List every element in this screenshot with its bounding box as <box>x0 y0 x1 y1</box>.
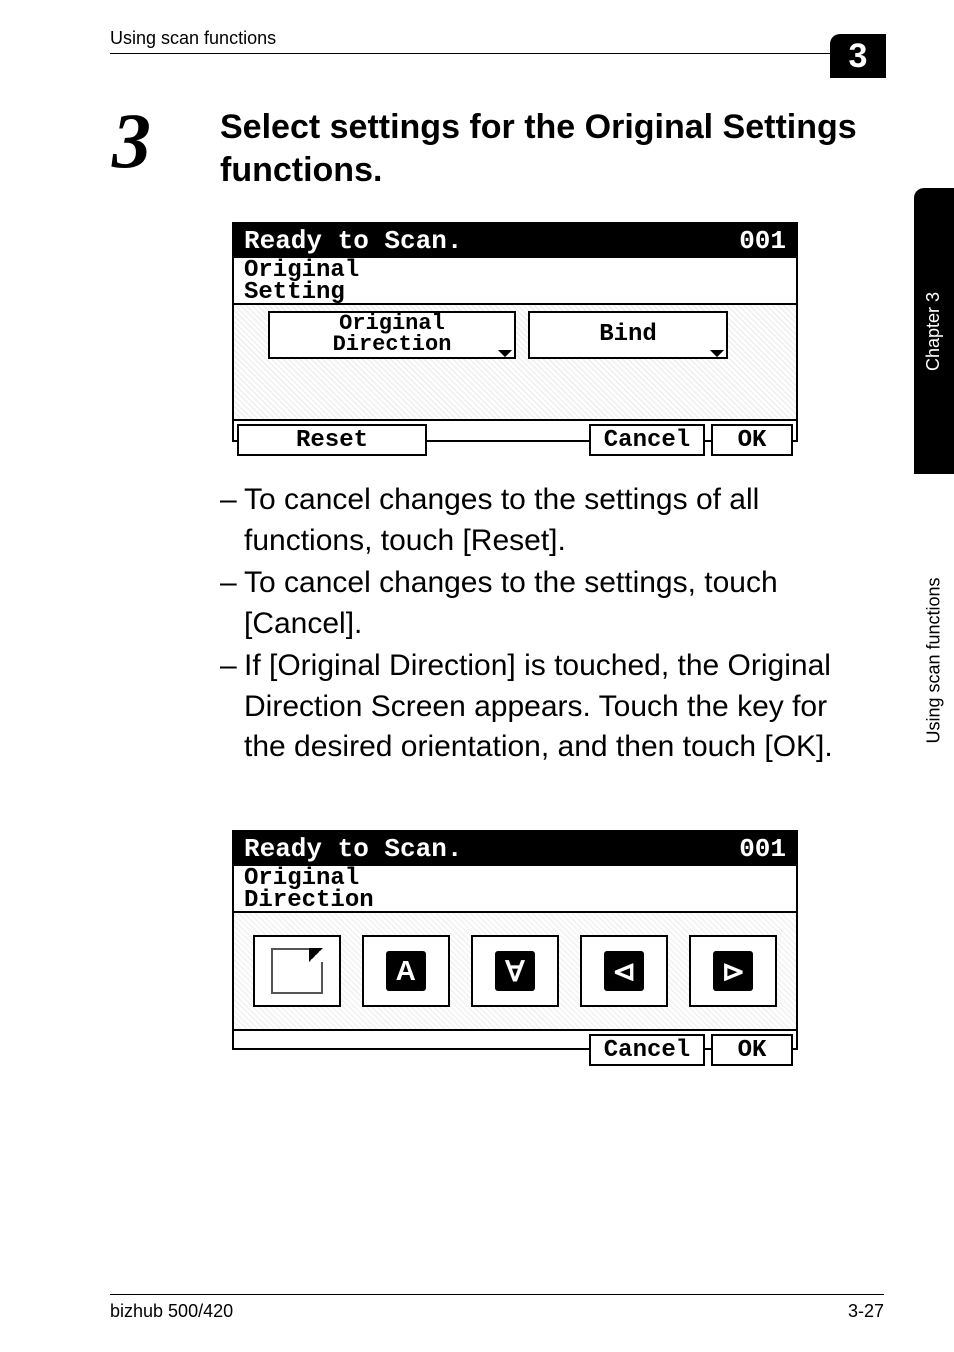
step-title: Select settings for the Original Setting… <box>220 106 874 191</box>
dash-icon: – <box>220 480 244 561</box>
page-footer: bizhub 500/420 3-27 <box>110 1294 884 1322</box>
dash-icon: – <box>220 646 244 768</box>
cancel-button[interactable]: Cancel <box>589 1034 705 1066</box>
lcd-titlebar: Ready to Scan. 001 <box>234 832 796 866</box>
side-tab-chapter-label: Chapter 3 <box>924 291 945 370</box>
step-number: 3 <box>112 96 151 186</box>
list-item-text: If [Original Direction] is touched, the … <box>244 646 874 768</box>
letter-up-icon: A <box>386 951 426 991</box>
letter-right-icon: ⊳ <box>713 951 753 991</box>
dropdown-indicator-icon <box>710 343 724 357</box>
bind-button-label: Bind <box>599 324 657 347</box>
letter-down-icon: ∀ <box>495 951 535 991</box>
ok-button-label: OK <box>738 1037 767 1064</box>
list-item: – To cancel changes to the settings of a… <box>220 480 874 561</box>
lcd-panel-original-setting: Ready to Scan. 001 Original Setting Orig… <box>232 222 798 442</box>
orientation-option-portrait[interactable] <box>253 935 341 1007</box>
bind-button[interactable]: Bind <box>528 311 728 359</box>
cancel-button-label: Cancel <box>604 427 690 454</box>
reset-button-label: Reset <box>296 427 368 454</box>
ok-button[interactable]: OK <box>711 1034 793 1066</box>
side-tab-section: Using scan functions <box>914 476 954 844</box>
list-item: – If [Original Direction] is touched, th… <box>220 646 874 768</box>
lcd-subtitle: Original Setting <box>234 258 796 305</box>
dash-icon: – <box>220 563 244 644</box>
letter-left-icon: ⊲ <box>604 951 644 991</box>
lcd-body: Original Direction Bind <box>234 305 796 419</box>
footer-right: 3-27 <box>848 1301 884 1322</box>
lcd-title-right: 001 <box>739 226 786 256</box>
lcd-footer: Reset Cancel OK <box>234 419 796 459</box>
lcd-subtitle: Original Direction <box>234 866 796 913</box>
orientation-option-a-up[interactable]: A <box>362 935 450 1007</box>
cancel-button[interactable]: Cancel <box>589 424 705 456</box>
list-item-text: To cancel changes to the settings, touch… <box>244 563 874 644</box>
original-direction-button[interactable]: Original Direction <box>268 311 516 359</box>
side-tab-section-label: Using scan functions <box>924 577 945 743</box>
instruction-list: – To cancel changes to the settings of a… <box>220 480 874 770</box>
page-portrait-icon <box>271 948 323 994</box>
lcd-title-left: Ready to Scan. <box>244 834 462 864</box>
side-tab-chapter: Chapter 3 <box>914 188 954 474</box>
ok-button-label: OK <box>738 427 767 454</box>
orientation-option-a-right[interactable]: ⊳ <box>689 935 777 1007</box>
lcd-title-left: Ready to Scan. <box>244 226 462 256</box>
lcd-footer: Cancel OK <box>234 1029 796 1069</box>
original-direction-label-2: Direction <box>333 335 452 356</box>
chapter-badge: 3 <box>830 34 886 78</box>
breadcrumb: Using scan functions <box>110 28 276 49</box>
list-item: – To cancel changes to the settings, tou… <box>220 563 874 644</box>
lcd-title-right: 001 <box>739 834 786 864</box>
lcd-body-orientation-row: A ∀ ⊲ ⊳ <box>234 913 796 1029</box>
page-header: Using scan functions 3 <box>110 28 884 54</box>
ok-button[interactable]: OK <box>711 424 793 456</box>
orientation-option-a-down[interactable]: ∀ <box>471 935 559 1007</box>
lcd-subtitle-line2: Setting <box>244 282 786 304</box>
cancel-button-label: Cancel <box>604 1037 690 1064</box>
reset-button[interactable]: Reset <box>237 424 427 456</box>
list-item-text: To cancel changes to the settings of all… <box>244 480 874 561</box>
dropdown-indicator-icon <box>498 343 512 357</box>
orientation-option-a-left[interactable]: ⊲ <box>580 935 668 1007</box>
lcd-panel-original-direction: Ready to Scan. 001 Original Direction A … <box>232 830 798 1050</box>
lcd-titlebar: Ready to Scan. 001 <box>234 224 796 258</box>
lcd-subtitle-line2: Direction <box>244 890 786 912</box>
footer-left: bizhub 500/420 <box>110 1301 233 1322</box>
